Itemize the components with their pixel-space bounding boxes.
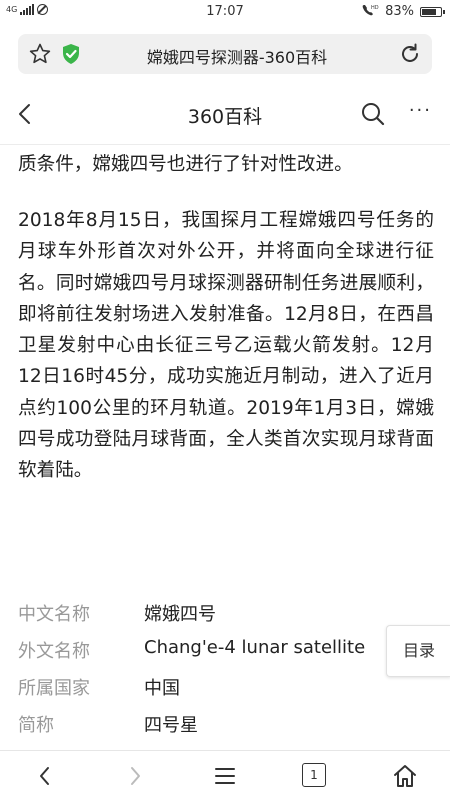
status-bar: 4G 17:07 HD 83% xyxy=(0,0,450,24)
info-value: 嫦娥四号 xyxy=(144,604,216,625)
search-icon[interactable] xyxy=(360,101,386,127)
svg-text:HD: HD xyxy=(371,5,379,11)
browser-bottom-nav: 1 xyxy=(0,750,450,801)
hd-call-icon: HD xyxy=(361,3,379,20)
address-bar[interactable]: 嫦娥四号探测器-360百科 xyxy=(18,34,432,74)
page-url-title[interactable]: 嫦娥四号探测器-360百科 xyxy=(88,44,386,68)
battery-icon xyxy=(420,6,445,17)
site-header: 360百科 ··· xyxy=(0,84,450,145)
info-value: 中国 xyxy=(144,678,180,699)
article-paragraph: 质条件，嫦娥四号也进行了针对性改进。 xyxy=(18,154,353,175)
info-label: 所属国家 xyxy=(18,678,90,699)
tabs-count: 1 xyxy=(302,763,326,787)
forward-icon[interactable] xyxy=(122,763,148,789)
info-label: 简称 xyxy=(18,715,54,736)
battery-percent: 83% xyxy=(385,4,414,19)
info-row: 外文名称 Chang'e-4 lunar satellite xyxy=(18,637,378,667)
info-value: Chang'e-4 lunar satellite xyxy=(144,637,366,658)
security-shield-icon xyxy=(63,44,79,64)
tabs-button[interactable]: 1 xyxy=(302,763,328,789)
article-content: 质条件，嫦娥四号也进行了针对性改进。 2018年8月15日，我国探月工程嫦娥四号… xyxy=(0,145,450,750)
menu-icon[interactable] xyxy=(212,763,238,789)
info-label: 外文名称 xyxy=(18,641,90,662)
back-icon[interactable] xyxy=(32,763,58,789)
bookmark-star-icon[interactable] xyxy=(28,42,52,66)
table-of-contents-button[interactable]: 目录 xyxy=(386,625,450,677)
info-row: 所属国家 中国 xyxy=(18,674,378,704)
info-row: 简称 四号星 xyxy=(18,711,378,741)
article-paragraph: 2018年8月15日，我国探月工程嫦娥四号任务的月球车外形首次对外公开，并将面向… xyxy=(18,210,434,482)
reload-icon[interactable] xyxy=(398,42,422,66)
info-value: 四号星 xyxy=(144,715,198,736)
browser-address-area: 嫦娥四号探测器-360百科 xyxy=(0,24,450,84)
info-label: 中文名称 xyxy=(18,604,90,625)
more-menu-icon[interactable]: ··· xyxy=(409,100,432,121)
info-row: 中文名称 嫦娥四号 xyxy=(18,600,378,630)
home-icon[interactable] xyxy=(392,763,418,789)
